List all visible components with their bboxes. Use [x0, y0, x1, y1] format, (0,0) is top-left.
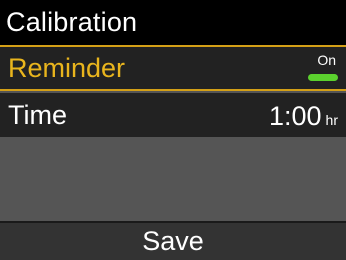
save-button-label: Save [142, 226, 204, 256]
page-title: Calibration [6, 7, 138, 37]
title-bar: Calibration [0, 0, 346, 45]
save-button[interactable]: Save [0, 221, 346, 260]
time-value-unit: hr [325, 112, 338, 128]
menu-item-reminder[interactable]: Reminder On [0, 45, 346, 91]
time-value-number: 1:00 [268, 101, 322, 131]
reminder-label: Reminder [8, 52, 126, 83]
toggle-on-indicator [308, 74, 338, 81]
empty-list-area [0, 137, 346, 221]
toggle-state-label: On [317, 52, 336, 68]
reminder-toggle[interactable]: On [306, 53, 338, 83]
calibration-screen: Calibration Reminder On Time 1:00 hr Sav… [0, 0, 346, 260]
time-value: 1:00 hr [269, 103, 338, 130]
menu-item-time[interactable]: Time 1:00 hr [0, 93, 346, 137]
time-label: Time [8, 99, 67, 130]
